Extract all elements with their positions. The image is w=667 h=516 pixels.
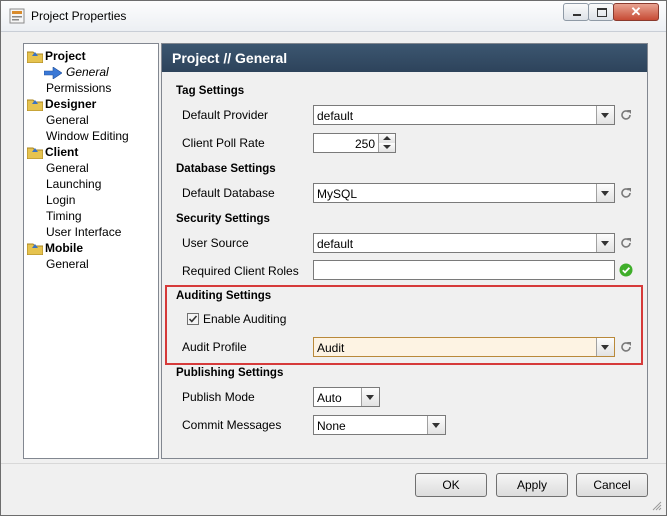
tree-item-designer-general[interactable]: General (46, 113, 89, 127)
default-provider-select[interactable]: default (313, 105, 615, 125)
required-roles-input[interactable] (313, 260, 615, 280)
user-source-select[interactable]: default (313, 233, 615, 253)
panel-title: Project // General (172, 50, 288, 66)
refresh-icon[interactable] (619, 236, 633, 250)
ok-button[interactable]: OK (415, 473, 487, 497)
folder-icon (27, 147, 43, 159)
commit-messages-value: None (317, 419, 346, 433)
commit-messages-label: Commit Messages (182, 418, 282, 432)
close-button[interactable]: ✕ (613, 3, 659, 21)
folder-icon (27, 51, 43, 63)
window-title: Project Properties (31, 9, 127, 23)
app-icon (9, 8, 25, 24)
project-properties-window: Project Properties ✕ Project General Per… (0, 0, 667, 516)
chevron-down-icon[interactable] (427, 416, 445, 434)
client-poll-rate-value: 250 (354, 137, 375, 151)
refresh-icon[interactable] (619, 340, 633, 354)
section-security-settings: Security Settings (176, 213, 270, 225)
section-tag-settings: Tag Settings (176, 85, 245, 97)
tree-item-mobile-general[interactable]: General (46, 257, 89, 271)
folder-icon (27, 99, 43, 111)
tree-item-client-timing[interactable]: Timing (46, 209, 82, 223)
chevron-down-icon[interactable] (596, 234, 614, 252)
tree-item-client-user-interface[interactable]: User Interface (46, 225, 121, 239)
section-publishing-settings: Publishing Settings (176, 367, 284, 379)
audit-profile-value: Audit (317, 341, 345, 355)
default-provider-value: default (317, 109, 354, 123)
chevron-down-icon[interactable] (361, 388, 379, 406)
enable-auditing-checkbox[interactable] (187, 313, 199, 325)
section-database-settings: Database Settings (176, 163, 276, 175)
default-database-value: MySQL (317, 187, 358, 201)
publish-mode-select[interactable]: Auto (313, 387, 380, 407)
tree-item-project-general[interactable]: General (66, 65, 109, 79)
folder-icon (27, 243, 43, 255)
client-poll-rate-label: Client Poll Rate (182, 136, 265, 150)
refresh-icon[interactable] (619, 108, 633, 122)
publish-mode-value: Auto (317, 391, 342, 405)
tree-group-mobile[interactable]: Mobile (45, 241, 83, 255)
tree-item-project-permissions[interactable]: Permissions (46, 81, 111, 95)
tree-item-window-editing[interactable]: Window Editing (46, 129, 129, 143)
user-source-value: default (317, 237, 354, 251)
valid-check-icon (619, 263, 633, 277)
maximize-button[interactable] (588, 3, 614, 21)
section-auditing-settings: Auditing Settings (176, 290, 272, 302)
audit-profile-select[interactable]: Audit (313, 337, 615, 357)
properties-tree: Project General Permissions Designer Gen… (23, 43, 159, 459)
tree-item-client-login[interactable]: Login (46, 193, 75, 207)
tree-item-client-general[interactable]: General (46, 161, 89, 175)
client-poll-rate-stepper[interactable]: 250 (313, 133, 396, 153)
publish-mode-label: Publish Mode (182, 390, 255, 404)
cancel-button[interactable]: Cancel (576, 473, 648, 497)
commit-messages-select[interactable]: None (313, 415, 446, 435)
decrement-icon[interactable] (378, 143, 395, 152)
default-database-label: Default Database (182, 186, 275, 200)
check-icon (188, 315, 198, 323)
tree-group-designer[interactable]: Designer (45, 97, 96, 111)
tree-group-project[interactable]: Project (45, 49, 86, 63)
user-source-label: User Source (182, 236, 249, 250)
tree-group-client[interactable]: Client (45, 145, 78, 159)
panel-header: Project // General (162, 44, 647, 72)
default-provider-label: Default Provider (182, 108, 269, 122)
resize-grip-icon[interactable] (652, 501, 662, 511)
audit-profile-label: Audit Profile (182, 340, 247, 354)
required-roles-label: Required Client Roles (182, 264, 299, 278)
title-bar[interactable]: Project Properties ✕ (1, 1, 666, 32)
settings-panel: Project // General Tag Settings Default … (161, 43, 648, 459)
chevron-down-icon[interactable] (596, 184, 614, 202)
minimize-button[interactable] (563, 3, 589, 21)
enable-auditing-label[interactable]: Enable Auditing (203, 312, 286, 326)
apply-button[interactable]: Apply (496, 473, 568, 497)
chevron-down-icon[interactable] (596, 106, 614, 124)
close-icon: ✕ (630, 4, 642, 19)
refresh-icon[interactable] (619, 186, 633, 200)
default-database-select[interactable]: MySQL (313, 183, 615, 203)
tree-item-client-launching[interactable]: Launching (46, 177, 101, 191)
chevron-down-icon[interactable] (596, 338, 614, 356)
footer-divider (1, 463, 666, 464)
selected-arrow-icon (44, 67, 62, 79)
